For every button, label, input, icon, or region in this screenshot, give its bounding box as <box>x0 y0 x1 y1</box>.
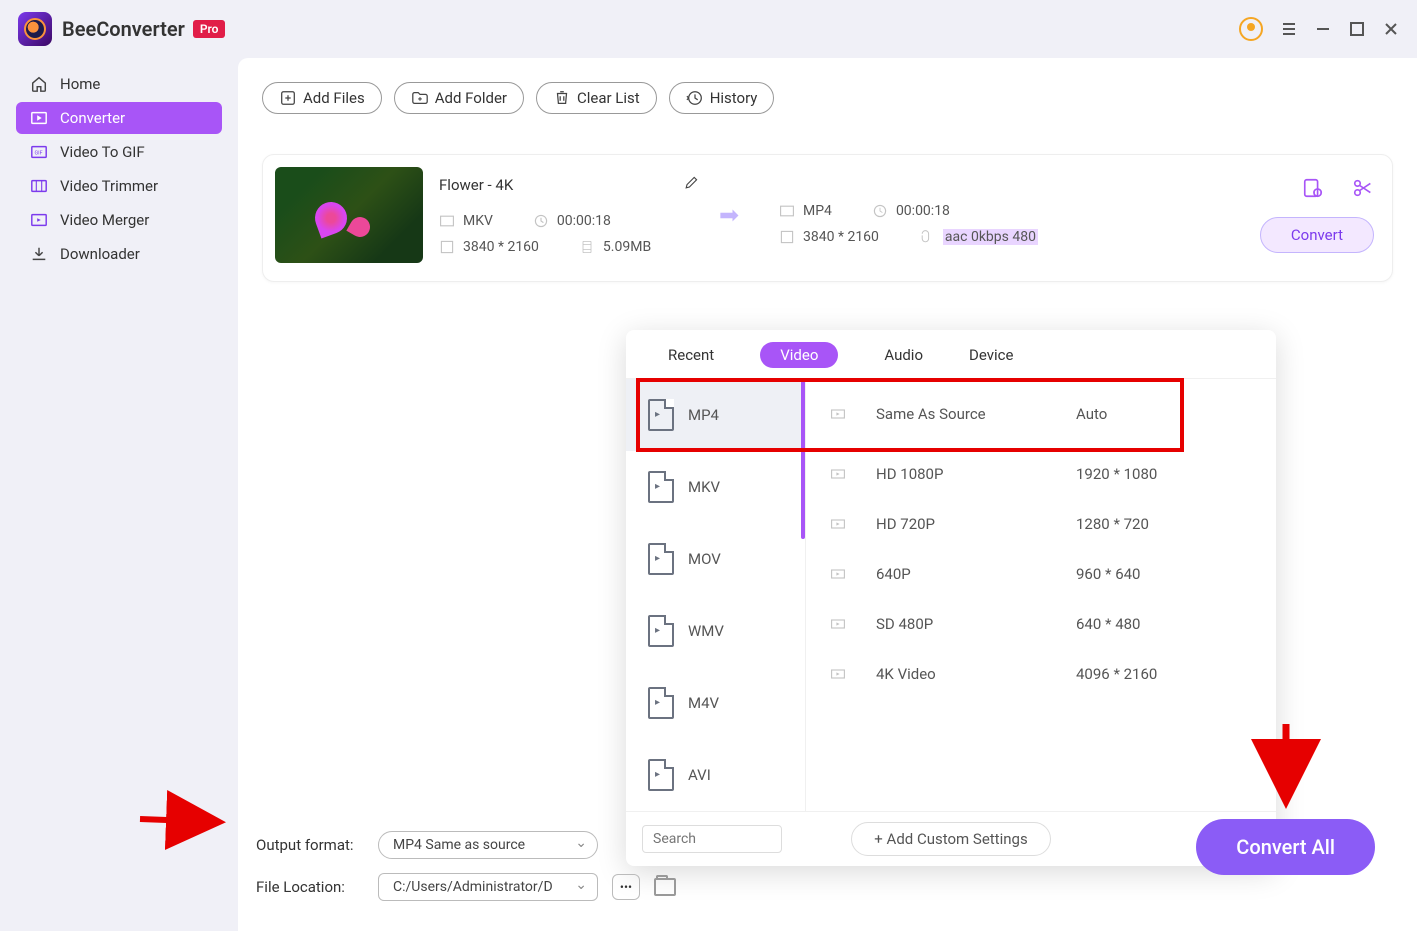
file-icon <box>648 471 674 503</box>
add-folder-button[interactable]: Add Folder <box>394 82 524 114</box>
arrow-icon: ➡ <box>719 201 779 229</box>
format-popup: Recent Video Audio Device MP4 MKV MOV WM… <box>626 330 1276 866</box>
sidebar: Home Converter GIF Video To GIF Video Tr… <box>0 58 238 931</box>
file-location-field[interactable]: C:/Users/Administrator/D <box>378 873 598 901</box>
converter-icon <box>30 109 48 127</box>
format-mkv[interactable]: MKV <box>626 451 805 523</box>
file-icon <box>648 687 674 719</box>
open-folder-button[interactable] <box>654 878 676 896</box>
sidebar-item-label: Video To GIF <box>60 143 145 161</box>
sidebar-item-label: Converter <box>60 109 125 127</box>
tab-video[interactable]: Video <box>760 342 838 368</box>
app-logo <box>18 12 52 46</box>
format-wmv[interactable]: WMV <box>626 595 805 667</box>
convert-button[interactable]: Convert <box>1260 217 1374 253</box>
close-button[interactable] <box>1383 21 1399 37</box>
pro-badge: Pro <box>193 20 226 38</box>
tab-audio[interactable]: Audio <box>884 342 923 368</box>
format-mov[interactable]: MOV <box>626 523 805 595</box>
maximize-button[interactable] <box>1349 21 1365 37</box>
file-title: Flower - 4K <box>439 176 513 194</box>
dst-format: MP4 <box>803 203 832 219</box>
output-format-label: Output format: <box>256 836 364 854</box>
preset-4k[interactable]: 4K Video4096 * 2160 <box>806 649 1276 699</box>
trimmer-icon <box>30 177 48 195</box>
format-avi[interactable]: AVI <box>626 739 805 811</box>
file-icon <box>648 759 674 791</box>
sidebar-item-label: Downloader <box>60 245 140 263</box>
src-size: 5.09MB <box>603 239 651 255</box>
format-m4v[interactable]: M4V <box>626 667 805 739</box>
svg-text:GIF: GIF <box>35 151 43 157</box>
history-button[interactable]: History <box>669 82 775 114</box>
titlebar: BeeConverter Pro <box>0 0 1417 58</box>
minimize-button[interactable] <box>1315 21 1331 37</box>
file-location-label: File Location: <box>256 878 364 896</box>
tab-device[interactable]: Device <box>969 342 1013 368</box>
file-card: Flower - 4K MKV 00:00:18 3840 * 2160 5.0… <box>262 154 1393 282</box>
output-format-select[interactable]: MP4 Same as source <box>378 831 598 859</box>
preset-list: Same As SourceAuto HD 1080P1920 * 1080 H… <box>806 379 1276 811</box>
sidebar-item-home[interactable]: Home <box>16 68 222 100</box>
format-mp4[interactable]: MP4 <box>626 379 805 451</box>
sidebar-item-label: Video Merger <box>60 211 149 229</box>
src-resolution: 3840 * 2160 <box>463 239 539 255</box>
add-files-button[interactable]: Add Files <box>262 82 382 114</box>
browse-button[interactable]: ••• <box>612 874 640 900</box>
file-icon <box>648 399 674 431</box>
content: Add Files Add Folder Clear List History … <box>238 58 1417 931</box>
clear-list-button[interactable]: Clear List <box>536 82 657 114</box>
preset-1080p[interactable]: HD 1080P1920 * 1080 <box>806 449 1276 499</box>
user-icon[interactable] <box>1239 17 1263 41</box>
sidebar-item-downloader[interactable]: Downloader <box>16 238 222 270</box>
format-list: MP4 MKV MOV WMV M4V AVI <box>626 379 806 811</box>
download-icon <box>30 245 48 263</box>
dst-duration: 00:00:18 <box>896 203 950 219</box>
sidebar-item-gif[interactable]: GIF Video To GIF <box>16 136 222 168</box>
file-icon <box>648 615 674 647</box>
sidebar-item-label: Video Trimmer <box>60 177 158 195</box>
toolbar: Add Files Add Folder Clear List History <box>262 82 1393 114</box>
tab-recent[interactable]: Recent <box>668 342 714 368</box>
sidebar-item-label: Home <box>60 75 100 93</box>
file-icon <box>648 543 674 575</box>
merger-icon <box>30 211 48 229</box>
edit-name-icon[interactable] <box>683 175 699 195</box>
preset-640p[interactable]: 640P960 * 640 <box>806 549 1276 599</box>
menu-icon[interactable] <box>1281 21 1297 37</box>
sidebar-item-converter[interactable]: Converter <box>16 102 222 134</box>
gif-icon: GIF <box>30 143 48 161</box>
preset-720p[interactable]: HD 720P1280 * 720 <box>806 499 1276 549</box>
sidebar-item-merger[interactable]: Video Merger <box>16 204 222 236</box>
dst-audio: aac 0kbps 480 <box>943 229 1038 245</box>
video-thumbnail[interactable] <box>275 167 423 263</box>
src-format: MKV <box>463 213 493 229</box>
home-icon <box>30 75 48 93</box>
scissors-icon[interactable] <box>1352 177 1374 203</box>
preset-480p[interactable]: SD 480P640 * 480 <box>806 599 1276 649</box>
src-duration: 00:00:18 <box>557 213 611 229</box>
dst-resolution: 3840 * 2160 <box>803 229 879 245</box>
convert-all-button[interactable]: Convert All <box>1196 819 1375 875</box>
sidebar-item-trimmer[interactable]: Video Trimmer <box>16 170 222 202</box>
app-title: BeeConverter <box>62 17 185 41</box>
settings-icon[interactable] <box>1302 177 1324 203</box>
preset-same-as-source[interactable]: Same As SourceAuto <box>806 379 1276 449</box>
